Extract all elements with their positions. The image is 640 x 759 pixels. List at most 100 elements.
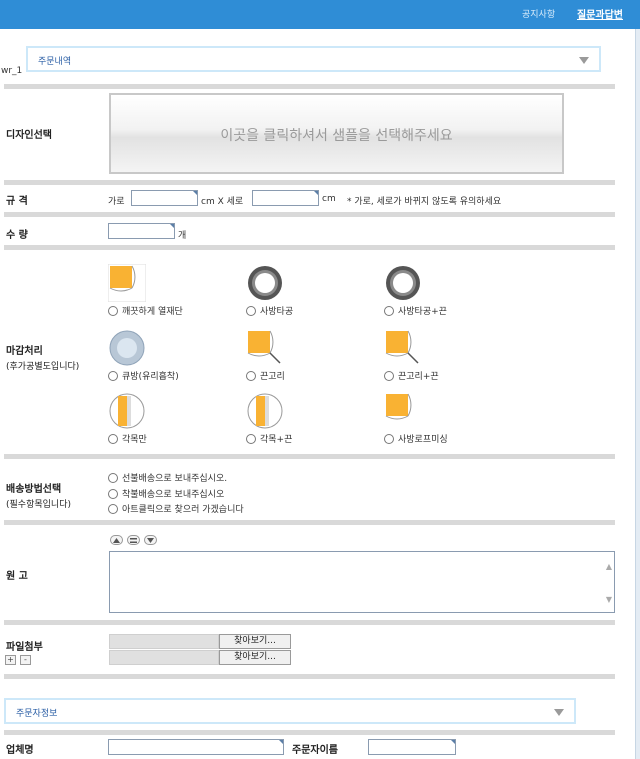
finish-radio-4[interactable] [108,370,118,381]
file-input-1[interactable] [109,634,219,649]
shipping-option-text: 착불배송으로 보내주십시오 [122,490,225,500]
divider [4,212,615,217]
qty-input[interactable] [108,223,175,239]
finish-option-text: 사방타공 [260,307,294,317]
browse-button-1[interactable]: 찾아보기... [219,634,291,649]
shipping-radio-3[interactable] [108,503,118,514]
finish-option-text: 끈고리 [260,372,285,382]
divider [4,180,615,185]
finish-radio-2[interactable] [246,305,256,316]
wood-bar-icon [109,393,145,429]
divider [4,84,615,89]
sample-select-button[interactable]: 이곳을 클릭하셔서 샘플을 선택해주세요 [109,93,564,174]
finish-radio-7[interactable] [108,433,118,444]
finish-label-text: 마감처리 [6,346,43,357]
finish-option-6[interactable]: 끈고리+끈 [384,329,524,382]
browse-button-2[interactable]: 찾아보기... [219,650,291,665]
orderer-name-input[interactable] [368,739,456,755]
finish-option-9[interactable]: 사방로프미싱 [384,392,524,445]
shipping-radio-1[interactable] [108,472,118,483]
height-input[interactable] [252,190,319,206]
shipping-label: 배송방법선택 (필수항목입니다) [6,480,71,510]
height-label: cm X 세로 [201,197,244,207]
scroll-up-icon[interactable]: ▲ [606,562,612,571]
orderer-section-label: 주문자정보 [16,709,58,719]
orderer-section-bar[interactable]: 주문자정보 [4,698,576,724]
triangle-up-icon [113,537,120,543]
finish-option-text: 사방타공+끈 [398,307,447,317]
manuscript-textarea[interactable]: ▲ ▼ [109,551,615,613]
finish-option-text: 각목+끈 [260,435,293,445]
textarea-grow-button[interactable] [110,535,123,545]
page-scrollbar[interactable] [635,29,640,759]
finish-option-4[interactable]: 큐방(유리흡착) [108,329,248,382]
cm-unit: cm [322,194,336,204]
finish-option-text: 끈고리+끈 [398,372,439,382]
remove-file-button[interactable]: - [20,655,31,665]
finish-option-text: 각목만 [122,435,147,445]
size-label: 규 격 [6,196,28,207]
chevron-down-icon[interactable] [554,709,564,716]
finish-option-2[interactable]: 사방타공 [246,264,386,317]
finish-option-3[interactable]: 사방타공+끈 [384,264,524,317]
size-note: * 가로, 세로가 바뀌지 않도록 유의하세요 [347,197,502,207]
finish-radio-5[interactable] [246,370,256,381]
shipping-radio-2[interactable] [108,488,118,499]
orderer-name-label: 주문자이름 [292,745,338,756]
file-input-2[interactable] [109,650,219,665]
divider [4,730,615,735]
textarea-shrink-button[interactable] [144,535,157,545]
company-label: 업체명 [6,745,34,756]
finish-radio-3[interactable] [384,305,394,316]
order-section-bar[interactable]: 주문내역 [26,46,601,72]
finish-option-text: 사방로프미싱 [398,435,448,445]
divider [4,674,615,679]
wr-label: wr_1 [1,66,23,76]
chevron-down-icon[interactable] [579,57,589,64]
finish-option-7[interactable]: 각목만 [108,392,248,445]
finish-radio-9[interactable] [384,433,394,444]
shipping-option-text: 아트클릭으로 찾으러 가겠습니다 [122,505,244,515]
shipping-label-text: 배송방법선택 [6,484,62,495]
notice-link[interactable]: 공지사항 [522,7,555,20]
qna-link[interactable]: 질문과답변 [577,6,623,21]
wood-bar-icon [247,393,283,429]
shipping-option-2[interactable]: 착불배송으로 보내주십시오 [108,487,224,500]
equals-icon [130,537,137,543]
width-label: 가로 [108,197,125,207]
add-file-button[interactable]: + [5,655,16,665]
qty-unit: 개 [178,231,187,241]
sample-select-text: 이곳을 클릭하셔서 샘플을 선택해주세요 [220,128,453,144]
finish-radio-1[interactable] [108,305,118,316]
divider [4,620,615,625]
divider [4,520,615,525]
finish-radio-6[interactable] [384,370,394,381]
qty-label: 수 량 [6,230,28,241]
corner-loop-icon [247,330,281,364]
textarea-reset-button[interactable] [127,535,140,545]
finish-option-8[interactable]: 각목+끈 [246,392,386,445]
company-input[interactable] [108,739,284,755]
finish-option-text: 큐방(유리흡착) [122,372,179,382]
finish-option-1[interactable]: 깨끗하게 열재단 [108,264,248,317]
triangle-down-icon [147,537,154,543]
corner-rope-icon [385,393,412,420]
finish-sub-text: (후가공별도입니다) [6,362,80,372]
finish-radio-8[interactable] [246,433,256,444]
divider [4,454,615,459]
scroll-down-icon[interactable]: ▼ [606,595,612,604]
shipping-option-text: 선불배송으로 보내주십시오. [122,474,228,484]
quarter-orange-icon [108,264,146,302]
shipping-option-1[interactable]: 선불배송으로 보내주십시오. [108,471,227,484]
grommet-ring-icon [386,266,420,300]
finish-option-5[interactable]: 끈고리 [246,329,386,382]
width-input[interactable] [131,190,198,206]
finish-label: 마감처리 (후가공별도입니다) [6,342,79,372]
suction-cup-icon [109,330,145,366]
shipping-option-3[interactable]: 아트클릭으로 찾으러 가겠습니다 [108,502,244,515]
design-label: 디자인선택 [6,130,52,141]
grommet-ring-icon [248,266,282,300]
attach-label: 파일첨부 [6,642,43,653]
manuscript-label: 원 고 [6,571,28,582]
shipping-sub-text: (필수항목입니다) [6,500,71,510]
